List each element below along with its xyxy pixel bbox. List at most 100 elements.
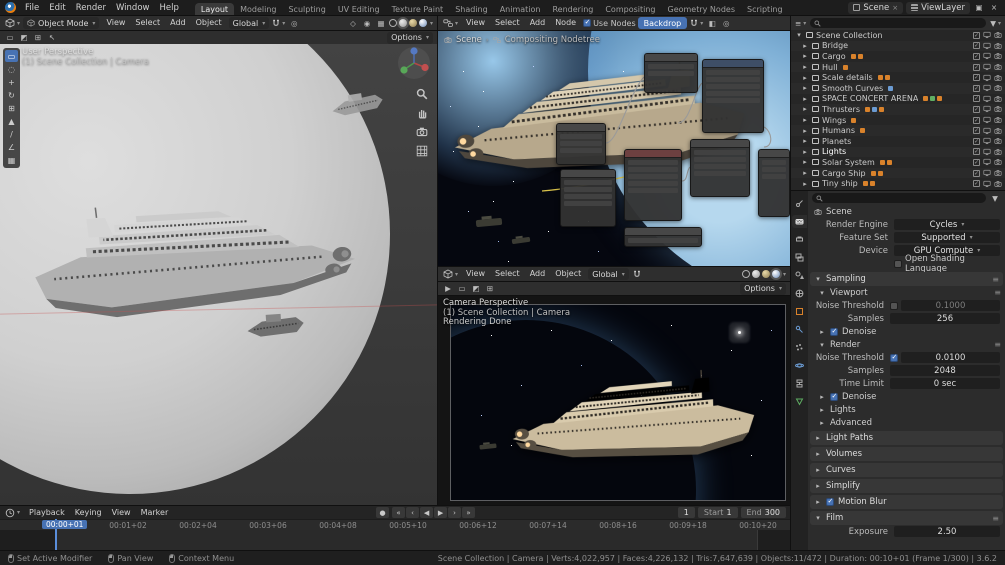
topbar-menu-item[interactable]: Help xyxy=(154,1,183,15)
timeline-menu-item[interactable]: Playback xyxy=(24,506,70,520)
tab-render[interactable] xyxy=(792,215,807,228)
select-subtract-icon[interactable]: ⊞ xyxy=(32,32,44,43)
add-viewlayer-icon[interactable]: ▣ xyxy=(973,2,985,13)
selectable-toggle-icon[interactable]: ✓ xyxy=(973,95,980,103)
pin-icon[interactable]: ◎ xyxy=(720,18,732,29)
snap-magnet-icon[interactable]: ▾ xyxy=(271,18,286,29)
selectable-toggle-icon[interactable]: ✓ xyxy=(973,148,980,156)
noise-threshold-checkbox[interactable] xyxy=(890,301,898,310)
selectable-toggle-icon[interactable]: ✓ xyxy=(973,31,980,39)
viewport-menu-item[interactable]: Select xyxy=(130,16,165,30)
workspace-tab[interactable]: Geometry Nodes xyxy=(662,3,741,15)
render-visibility-icon[interactable] xyxy=(994,116,1002,124)
collapsed-section[interactable]: ▸ Light Paths xyxy=(810,431,1003,445)
viewport-menu-item[interactable]: Object xyxy=(191,16,227,30)
options-dropdown[interactable]: Options ▾ xyxy=(387,31,433,44)
play-button[interactable]: ▶ xyxy=(434,507,448,518)
tab-particles[interactable] xyxy=(792,341,807,354)
render-visibility-icon[interactable] xyxy=(994,31,1002,39)
outliner-collection-row[interactable]: ▸ Cargo Ship ✓ xyxy=(791,167,1005,179)
compositor-menu-item[interactable]: Node xyxy=(550,16,581,30)
outliner-search-input[interactable] xyxy=(810,18,987,28)
shading-wireframe-icon[interactable] xyxy=(741,270,750,278)
shading-wireframe-icon[interactable] xyxy=(388,19,397,27)
noise-threshold-checkbox[interactable] xyxy=(890,353,898,362)
show-overlays-icon[interactable]: ◉ xyxy=(361,18,373,29)
compositor-node[interactable] xyxy=(690,139,750,197)
outliner-collection-row[interactable]: ▸ Planets ✓ xyxy=(791,136,1005,147)
timeline-track[interactable] xyxy=(0,530,790,550)
subsection-denoise-viewport[interactable]: ▸ Denoise xyxy=(808,325,1005,338)
selectable-toggle-icon[interactable]: ✓ xyxy=(973,127,980,135)
viewport-visibility-icon[interactable] xyxy=(983,105,991,113)
play-reverse-button[interactable]: ◀ xyxy=(420,507,434,518)
panel-menu-icon[interactable]: ≡ xyxy=(992,275,999,284)
breadcrumb-scene[interactable]: Scene xyxy=(826,207,852,217)
outliner-collection-row[interactable]: ▸ Lights ✓ xyxy=(791,146,1005,158)
subsection-viewport[interactable]: ▾ Viewport ≡ xyxy=(808,286,1005,299)
snap-magnet-icon[interactable] xyxy=(631,269,643,280)
tool-cursor[interactable]: ◌ xyxy=(5,63,18,75)
outliner-collection-row[interactable]: ▸ Smooth Curves ✓ xyxy=(791,82,1005,94)
outliner-root-row[interactable]: ▾ Scene Collection ✓ xyxy=(791,30,1005,41)
zoom-icon[interactable] xyxy=(416,88,428,100)
tool-scale[interactable]: ⊞ xyxy=(5,102,18,114)
samples-field[interactable]: 2048 xyxy=(890,365,1000,376)
workspace-tab[interactable]: Rendering xyxy=(546,3,599,15)
render-visibility-icon[interactable] xyxy=(994,148,1002,156)
workspace-tab[interactable]: Modeling xyxy=(234,3,282,15)
tab-view-layer[interactable] xyxy=(792,251,807,264)
viewport-visibility-icon[interactable] xyxy=(983,95,991,103)
transform-orientation-dropdown[interactable]: Global ▾ xyxy=(588,268,629,280)
tool-move[interactable]: + xyxy=(5,76,18,88)
subsection-denoise-render[interactable]: ▸ Denoise xyxy=(808,390,1005,403)
tab-object-data[interactable] xyxy=(792,395,807,408)
collapsed-subsection[interactable]: ▸ Advanced xyxy=(808,416,1005,429)
backdrop-toggle-button[interactable]: Backdrop xyxy=(637,17,688,29)
select-extend-icon[interactable]: ◩ xyxy=(470,283,482,294)
editor-type-icon[interactable]: ▾ xyxy=(442,18,459,29)
render-visibility-icon[interactable] xyxy=(994,127,1002,135)
selectable-toggle-icon[interactable]: ✓ xyxy=(973,63,980,71)
tool-measure[interactable]: ∠ xyxy=(5,141,18,153)
frame-start-field[interactable]: Start 1 xyxy=(697,507,738,518)
camera-view-menu-item[interactable]: Add xyxy=(525,267,551,281)
section-film[interactable]: ▾ Film ≡ xyxy=(810,511,1003,525)
options-dropdown[interactable]: Options ▾ xyxy=(740,282,786,295)
exposure-field[interactable]: 2.50 xyxy=(894,526,1000,537)
viewport-visibility-icon[interactable] xyxy=(983,180,991,188)
collapsed-section[interactable]: ▸ Volumes xyxy=(810,447,1003,461)
select-extend-icon[interactable]: ◩ xyxy=(18,32,30,43)
shading-solid-icon[interactable] xyxy=(751,270,760,278)
camera-view-menu-item[interactable]: View xyxy=(461,267,490,281)
section-sampling[interactable]: ▾ Sampling ≡ xyxy=(810,272,1003,286)
selectable-toggle-icon[interactable]: ✓ xyxy=(973,52,980,60)
camera-viewport-canvas[interactable]: Camera Perspective (1) Scene Collection … xyxy=(438,296,790,505)
panel-menu-icon[interactable]: ≡ xyxy=(994,340,1001,349)
workspace-tab[interactable]: Layout xyxy=(194,3,235,15)
select-box-icon[interactable]: ▭ xyxy=(456,283,468,294)
viewport-visibility-icon[interactable] xyxy=(983,116,991,124)
shading-solid-icon[interactable] xyxy=(398,19,407,27)
show-gizmo-icon[interactable]: ◇ xyxy=(347,18,359,29)
timeline-menu-item[interactable]: Keying xyxy=(70,506,107,520)
compositor-menu-item[interactable]: View xyxy=(461,16,490,30)
tab-world[interactable] xyxy=(792,287,807,300)
viewport-visibility-icon[interactable] xyxy=(983,31,991,39)
jump-to-start-button[interactable]: « xyxy=(392,507,406,518)
timeline-menu-item[interactable]: Marker xyxy=(136,506,174,520)
tool-select-box[interactable]: ▭ xyxy=(5,50,18,62)
selectable-toggle-icon[interactable]: ✓ xyxy=(973,169,980,177)
topbar-menu-item[interactable]: File xyxy=(20,1,44,15)
tool-annotate[interactable]: / xyxy=(5,128,18,140)
render-visibility-icon[interactable] xyxy=(994,52,1002,60)
viewport-visibility-icon[interactable] xyxy=(983,137,991,145)
compositor-node[interactable] xyxy=(644,53,698,93)
tool-rotate[interactable]: ↻ xyxy=(5,89,18,101)
snap-target-icon[interactable]: ↖ xyxy=(46,32,58,43)
render-visibility-icon[interactable] xyxy=(994,169,1002,177)
noise-threshold-field[interactable]: 0.0100 xyxy=(901,352,1000,363)
viewport-visibility-icon[interactable] xyxy=(983,148,991,156)
denoise-checkbox[interactable] xyxy=(830,392,838,401)
selectable-toggle-icon[interactable]: ✓ xyxy=(973,42,980,50)
